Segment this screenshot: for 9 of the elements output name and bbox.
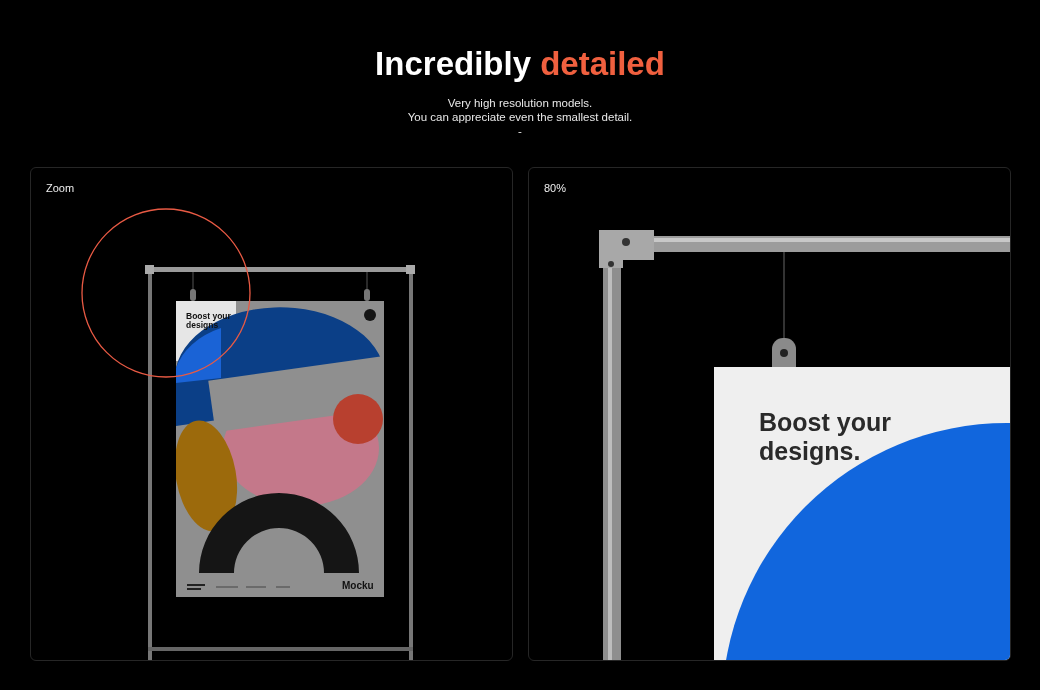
section-title: Incredibly detailed	[375, 44, 665, 84]
subtitle-text: Very high resolution models.	[447, 96, 593, 110]
subtitle-text: You can appreciate even the smallest detail.	[407, 110, 633, 124]
brand-logo: Mocku	[342, 580, 374, 591]
subtitle-text: -	[518, 124, 522, 138]
poster-heading: Boost your designs.	[759, 408, 891, 465]
panel-label: Zoom	[46, 182, 75, 194]
poster-footer-marks	[187, 584, 205, 590]
panel-label: 80%	[544, 182, 567, 194]
